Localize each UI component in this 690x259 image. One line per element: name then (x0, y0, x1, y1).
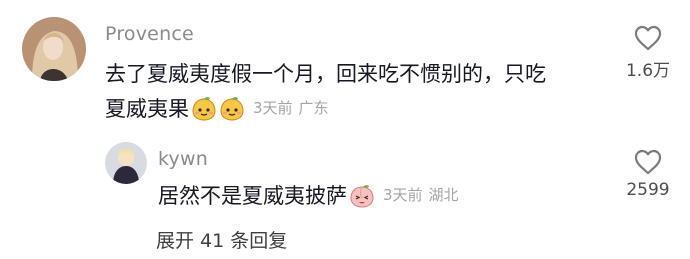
comment-time: 3天前 (253, 99, 293, 117)
like-count: 2599 (626, 180, 670, 200)
avatar[interactable] (22, 17, 86, 81)
comment-text-continued: 夏威夷果 3天前 广东 (105, 95, 329, 122)
username[interactable]: kywn (158, 148, 208, 170)
comment-location: 湖北 (428, 186, 459, 204)
heart-icon (634, 149, 662, 175)
like-button[interactable]: 2599 (613, 148, 683, 200)
comment-meta: 3天前 湖北 (383, 186, 459, 204)
avatar[interactable] (105, 142, 147, 184)
mango-face-emoji (191, 96, 217, 122)
like-button[interactable]: 1.6万 (613, 24, 683, 81)
profile-photo-icon (105, 142, 147, 184)
comment-meta: 3天前 广东 (253, 99, 329, 117)
comment-location: 广东 (298, 99, 329, 117)
comment-text-line1: 居然不是夏威夷披萨 (158, 184, 347, 208)
peach-face-emoji (349, 183, 375, 209)
profile-photo-icon (22, 17, 86, 81)
comment-text-line1: 去了夏威夷度假一个月，回来吃不惯别的，只吃 (105, 62, 546, 86)
username[interactable]: Provence (105, 23, 194, 45)
comment-text-line2: 夏威夷果 (105, 97, 189, 121)
heart-icon (634, 25, 662, 51)
like-count: 1.6万 (625, 61, 671, 81)
expand-replies-button[interactable]: 展开 41 条回复 (156, 226, 287, 253)
comment-text: 去了夏威夷度假一个月，回来吃不惯别的，只吃 (105, 61, 546, 87)
comment-time: 3天前 (383, 186, 423, 204)
comment-text: 居然不是夏威夷披萨 3天前 湖北 (158, 182, 459, 209)
mango-face-emoji (219, 96, 245, 122)
